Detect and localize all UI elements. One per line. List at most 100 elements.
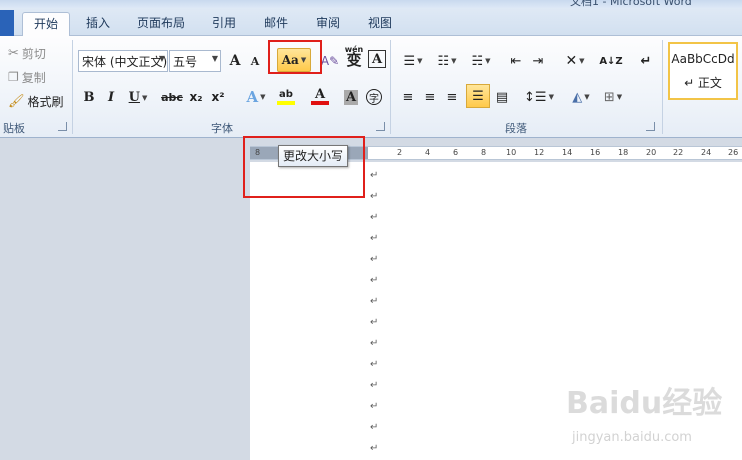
decrease-indent-button[interactable]: ⇤ [506,50,526,72]
font-color-button[interactable]: A [306,86,334,108]
highlight-box-tooltip [243,136,365,198]
text-effect-button[interactable]: A ▼ [242,86,270,108]
increase-indent-icon: ⇥ [532,53,544,69]
file-tab[interactable] [0,10,14,36]
ribbon-tab-row: 开始 插入 页面布局 引用 邮件 审阅 视图 [0,8,742,36]
underline-button[interactable]: U ▼ [124,86,152,108]
increase-indent-button[interactable]: ⇥ [528,50,548,72]
sort-button[interactable]: A↓Z [599,50,623,72]
show-marks-button[interactable]: ↵ [636,50,656,72]
bullets-icon: ☰ [403,53,416,69]
align-center-button[interactable]: ≡ [420,86,440,108]
character-shading-button[interactable]: A [342,86,360,108]
tab-view[interactable]: 视图 [360,12,400,36]
clipboard-group-label: 贴板 [3,122,25,135]
chinese-layout-button[interactable]: ✕ ▼ [560,50,590,72]
tab-insert[interactable]: 插入 [78,12,118,36]
ruler-tick: 22 [673,148,684,157]
strikethrough-button[interactable]: abc [160,86,184,108]
ribbon: ✂ 剪切 ❐ 复制 🖌 格式刷 贴板 宋体 (中文正文) ▼ 五号 ▼ A A … [0,36,742,138]
bullets-button[interactable]: ☰ ▼ [398,50,428,72]
ruler-tick: 16 [590,148,601,157]
baidu-watermark-url: jingyan.baidu.com [572,430,692,445]
paragraph-mark: ↵ [370,254,379,265]
align-left-button[interactable]: ≡ [398,86,418,108]
clear-format-button[interactable]: A✎ [320,50,340,72]
align-left-icon: ≡ [402,89,414,105]
shading-button[interactable]: ◭ ▼ [566,86,596,108]
enclose-characters-button[interactable]: 字 [364,86,384,108]
phonetic-guide-icon: 变 [346,51,362,69]
paragraph-mark: ↵ [370,401,379,412]
numbering-icon: ☷ [437,53,450,69]
ruler-tick: 26 [728,148,739,157]
workspace-background [0,138,250,460]
copy-label: 复制 [21,70,46,85]
sort-icon: A↓Z [599,55,623,67]
character-border-button[interactable]: A [368,50,386,68]
superscript-button[interactable]: x² [208,86,228,108]
subscript-button[interactable]: x₂ [186,86,206,108]
ruler-tick: 4 [425,148,431,157]
decrease-indent-icon: ⇤ [510,53,522,69]
italic-button[interactable]: I [102,86,120,108]
tab-home[interactable]: 开始 [22,12,70,36]
chevron-down-icon: ▼ [417,57,423,65]
align-center-icon: ≡ [424,89,436,105]
tab-mailings[interactable]: 邮件 [256,12,296,36]
borders-button[interactable]: ⊞ ▼ [598,86,628,108]
clipboard-dialog-launcher[interactable] [58,122,67,131]
format-painter-icon: 🖌 [8,93,25,109]
ruler-tick: 18 [618,148,629,157]
shading-icon: ◭ [572,89,583,105]
paragraph-group-label: 段落 [505,122,527,135]
numbering-button[interactable]: ☷ ▼ [432,50,462,72]
bold-button[interactable]: B [80,86,98,108]
paragraph-mark: ↵ [370,275,379,286]
style-normal[interactable]: AaBbCcDd ↵ 正文 [668,42,738,100]
group-separator [72,40,73,134]
phonetic-guide-button[interactable]: wén 变 [344,44,364,69]
justify-button[interactable]: ☰ [466,84,490,108]
copy-button[interactable]: ❐ 复制 [8,66,64,88]
font-size-combo[interactable]: 五号 ▼ [169,50,221,72]
group-separator [662,40,663,134]
align-right-button[interactable]: ≡ [442,86,462,108]
paragraph-mark: ↵ [370,170,379,181]
ruler-tick: 6 [453,148,459,157]
font-dialog-launcher[interactable] [376,122,385,131]
scissors-icon: ✂ [8,45,19,61]
borders-icon: ⊞ [603,89,615,105]
paragraph-mark: ↵ [370,191,379,202]
format-painter-button[interactable]: 🖌 格式刷 [8,90,68,112]
cut-button[interactable]: ✂ 剪切 [8,42,64,64]
highlight-button[interactable]: ab [272,86,300,108]
tab-references[interactable]: 引用 [204,12,244,36]
font-color-bar [311,101,329,105]
grow-font-icon: A [229,53,241,69]
shrink-font-icon: A [250,54,260,68]
clear-format-icon: A✎ [320,54,340,68]
ruler-tick: 2 [397,148,403,157]
multilevel-list-button[interactable]: ☵ ▼ [466,50,496,72]
tab-page-layout[interactable]: 页面布局 [130,12,192,36]
align-right-icon: ≡ [446,89,458,105]
chevron-down-icon: ▼ [548,93,554,101]
superscript-icon: x² [211,90,225,104]
paragraph-mark: ↵ [370,296,379,307]
tab-review[interactable]: 审阅 [308,12,348,36]
line-spacing-button[interactable]: ↕☰ ▼ [524,86,554,108]
chevron-down-icon: ▼ [260,93,266,101]
enclose-characters-icon: 字 [366,89,382,105]
paragraph-mark: ↵ [370,317,379,328]
baidu-watermark: Baidu经验 [566,386,723,421]
paragraph-dialog-launcher[interactable] [646,122,655,131]
distributed-button[interactable]: ▤ [492,86,512,108]
paragraph-mark: ↵ [370,338,379,349]
font-name-combo[interactable]: 宋体 (中文正文) ▼ [78,50,168,72]
style-preview: AaBbCcDd [671,51,735,66]
copy-icon: ❐ [8,70,19,84]
shrink-font-button[interactable]: A [246,50,264,72]
grow-font-button[interactable]: A [226,50,244,72]
highlight-color-bar [277,100,295,105]
